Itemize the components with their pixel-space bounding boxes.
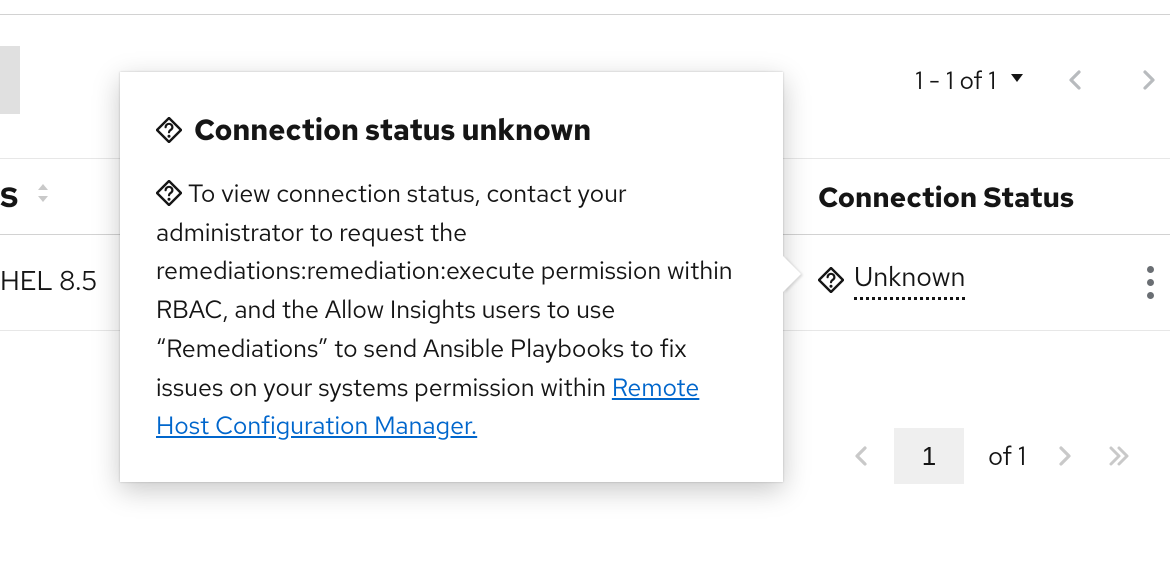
column-header-connection-status: Connection Status [818,178,1074,216]
popover-title-text: Connection status unknown [194,108,591,153]
pagination-next-button[interactable] [1126,58,1170,102]
cell-connection-status[interactable]: Unknown [818,260,965,300]
popover-body: To view connection status, contact your … [156,175,749,446]
cell-os: HEL 8.5 [0,264,98,299]
pagination-last-button[interactable] [1096,434,1140,478]
chevron-left-icon [1064,68,1088,92]
column-header-os[interactable]: S [0,178,52,216]
kebab-icon [1147,292,1154,299]
popover-title: Connection status unknown [156,108,749,153]
column-header-connection-status-label: Connection Status [818,178,1074,216]
kebab-icon [1147,279,1154,286]
chevron-right-icon [1052,444,1076,468]
pagination-range-text: 1 - 1 of 1 [915,64,996,97]
cell-os-text: HEL 8.5 [0,264,98,299]
divider [0,14,1170,15]
row-actions-kebab[interactable] [1141,260,1160,305]
toolbar-button-fragment[interactable] [0,46,20,114]
caret-down-icon [1008,68,1026,92]
connection-status-popover: Connection status unknown To view connec… [120,72,783,482]
double-chevron-right-icon [1105,444,1131,468]
chevron-right-icon [1136,68,1160,92]
pagination-prev-button[interactable] [840,434,884,478]
question-diamond-icon [156,117,182,143]
pagination-top: 1 - 1 of 1 [915,58,1170,102]
pagination-of-label: of 1 [988,439,1026,473]
pagination-prev-button[interactable] [1054,58,1098,102]
column-header-os-label: S [0,178,18,216]
kebab-icon [1147,266,1154,273]
pagination-range-dropdown[interactable]: 1 - 1 of 1 [915,64,1026,97]
pagination-bottom: of 1 [840,428,1140,484]
question-diamond-icon [818,267,844,293]
question-diamond-icon [156,180,182,206]
pagination-next-button[interactable] [1042,434,1086,478]
cell-connection-status-text: Unknown [854,260,965,300]
chevron-left-icon [850,444,874,468]
popover-body-text: To view connection status, contact your … [156,177,733,404]
pagination-page-input[interactable] [894,428,964,484]
sort-icon [34,181,52,213]
